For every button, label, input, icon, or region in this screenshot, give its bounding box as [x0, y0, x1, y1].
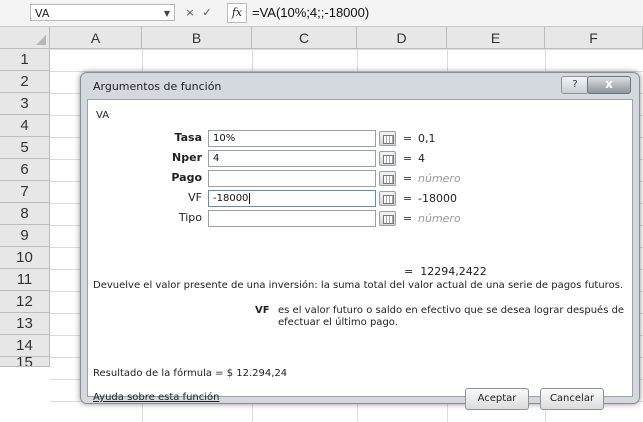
arg-value-pago: número: [418, 172, 461, 185]
help-button[interactable]: ?: [561, 76, 589, 94]
name-box-dropdown-icon[interactable]: ▼: [164, 5, 170, 22]
row-header-10[interactable]: 10: [0, 247, 50, 269]
equals-sign: =: [404, 265, 414, 278]
range-select-button-tasa[interactable]: [379, 131, 396, 146]
arg-input-tasa[interactable]: 10%: [208, 130, 376, 147]
column-header-a[interactable]: A: [50, 27, 142, 49]
row-header-12[interactable]: 12: [0, 291, 50, 313]
row-header-7[interactable]: 7: [0, 181, 50, 203]
formula-input[interactable]: =VA(10%;4;;-18000): [252, 4, 369, 22]
result-value: 12294,2422: [420, 265, 487, 278]
equals-sign: =: [403, 152, 413, 165]
column-header-c[interactable]: C: [252, 27, 357, 49]
row-header-15[interactable]: 15: [0, 357, 50, 367]
row-header-11[interactable]: 11: [0, 269, 50, 291]
range-select-button-vf[interactable]: [379, 191, 396, 206]
arg-label-nper: Nper: [172, 151, 202, 164]
row-header-6[interactable]: 6: [0, 159, 50, 181]
function-result-preview: = 12294,2422: [404, 265, 487, 278]
row-header-1[interactable]: 1: [0, 49, 50, 71]
arg-label-tipo: Tipo: [178, 211, 202, 224]
row-header-4[interactable]: 4: [0, 115, 50, 137]
equals-sign: =: [403, 132, 413, 145]
arg-input-vf-value: -18000: [213, 193, 249, 204]
arg-label-tasa: Tasa: [174, 131, 202, 144]
dialog-body: VA Tasa 10% = 0,1 Nper 4 = 4 Pago = núme…: [87, 99, 633, 410]
function-arguments-dialog: Argumentos de función ? x VA Tasa 10% = …: [80, 72, 640, 410]
column-header-f[interactable]: F: [545, 27, 643, 49]
arg-value-tasa: 0,1: [418, 132, 436, 145]
row-header-9[interactable]: 9: [0, 225, 50, 247]
collapse-dialog-icon: [383, 155, 394, 164]
row-header-14[interactable]: 14: [0, 335, 50, 357]
arg-input-tipo[interactable]: [208, 210, 376, 227]
select-all-corner[interactable]: [0, 27, 50, 49]
help-link[interactable]: Ayuda sobre esta función: [93, 392, 220, 403]
equals-sign: =: [403, 192, 413, 205]
arg-input-vf[interactable]: -18000: [208, 190, 376, 207]
range-select-button-tipo[interactable]: [379, 211, 396, 226]
column-header-b[interactable]: B: [142, 27, 252, 49]
arg-label-vf: VF: [188, 191, 202, 204]
collapse-dialog-icon: [383, 215, 394, 224]
name-box[interactable]: VA ▼: [30, 4, 175, 21]
function-description: Devuelve el valor presente de una invers…: [93, 280, 624, 291]
ok-button[interactable]: Aceptar: [465, 388, 529, 410]
equals-sign: =: [403, 172, 413, 185]
formula-enter-icon[interactable]: ✓: [200, 3, 214, 22]
row-header-5[interactable]: 5: [0, 137, 50, 159]
function-name: VA: [96, 110, 110, 121]
cancel-button[interactable]: Cancelar: [540, 388, 604, 410]
arg-value-nper: 4: [418, 152, 425, 165]
collapse-dialog-icon: [383, 135, 394, 144]
row-header-8[interactable]: 8: [0, 203, 50, 225]
range-select-button-nper[interactable]: [379, 151, 396, 166]
formula-result: Resultado de la fórmula = $ 12.294,24: [93, 368, 288, 379]
arg-input-pago[interactable]: [208, 170, 376, 187]
column-header-e[interactable]: E: [447, 27, 545, 49]
equals-sign: =: [403, 212, 413, 225]
arg-label-pago: Pago: [171, 171, 202, 184]
arg-help-text: es el valor futuro o saldo en efectivo q…: [278, 305, 625, 328]
arg-input-nper[interactable]: 4: [208, 150, 376, 167]
text-cursor: [249, 192, 251, 204]
insert-function-button[interactable]: fx: [227, 3, 247, 23]
collapse-dialog-icon: [383, 195, 394, 204]
collapse-dialog-icon: [383, 175, 394, 184]
range-select-button-pago[interactable]: [379, 171, 396, 186]
arg-value-vf: -18000: [418, 192, 457, 205]
arg-value-tipo: número: [418, 212, 461, 225]
name-box-value: VA: [35, 7, 50, 20]
row-header-3[interactable]: 3: [0, 93, 50, 115]
column-header-d[interactable]: D: [357, 27, 447, 49]
dialog-title: Argumentos de función: [93, 80, 222, 93]
row-header-2[interactable]: 2: [0, 71, 50, 93]
arg-help-name: VF: [255, 305, 270, 316]
formula-cancel-icon[interactable]: ×: [183, 3, 197, 22]
row-header-13[interactable]: 13: [0, 313, 50, 335]
formula-bar: VA ▼ × ✓ fx =VA(10%;4;;-18000): [0, 0, 643, 27]
close-button[interactable]: x: [587, 76, 631, 94]
